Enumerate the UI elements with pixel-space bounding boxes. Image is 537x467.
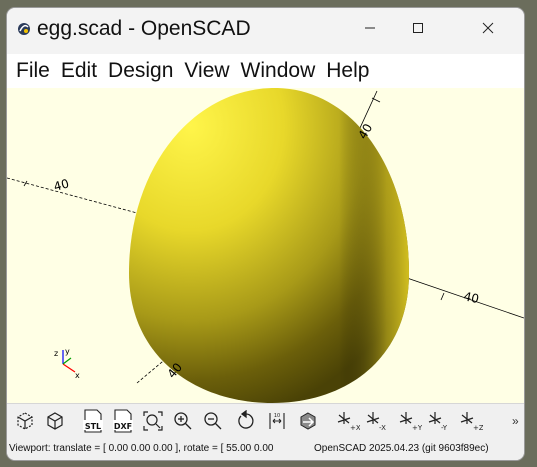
view-all-button[interactable] bbox=[139, 407, 167, 435]
preview-button[interactable] bbox=[11, 407, 39, 435]
view-diagonal-button[interactable]: +Z bbox=[457, 407, 485, 435]
top-view-icon: 10 bbox=[269, 413, 285, 429]
close-button[interactable] bbox=[465, 8, 511, 48]
openscad-window: egg.scad - OpenSCAD File Edit Design Vie… bbox=[7, 8, 524, 460]
front-view-icon: +Y bbox=[399, 412, 422, 432]
zoom-out-button[interactable] bbox=[199, 407, 227, 435]
view-front-label: +Y bbox=[412, 424, 422, 432]
axis-label-x-neg: 40 bbox=[52, 176, 70, 193]
left-view-icon: +X bbox=[337, 412, 360, 432]
viewport-status: Viewport: translate = [ 0.00 0.00 0.00 ]… bbox=[9, 443, 274, 454]
maximize-button[interactable] bbox=[395, 8, 441, 48]
svg-text:y: y bbox=[65, 347, 70, 356]
menu-view[interactable]: View bbox=[184, 59, 231, 83]
render-icon bbox=[47, 412, 63, 430]
view-right-label: -X bbox=[379, 424, 386, 432]
3d-viewport[interactable]: 40 40 40 40 z y x bbox=[7, 88, 524, 403]
viewport-canvas[interactable]: 40 40 40 40 z y x bbox=[7, 88, 524, 403]
zoom-in-button[interactable] bbox=[169, 407, 197, 435]
menu-design[interactable]: Design bbox=[108, 59, 175, 83]
svg-text:x: x bbox=[75, 371, 80, 380]
view-all-icon bbox=[143, 411, 163, 431]
zoom-in-icon bbox=[174, 412, 192, 430]
view-front-button[interactable]: +Y bbox=[396, 407, 424, 435]
maximize-icon bbox=[413, 23, 423, 33]
export-dxf-button[interactable]: DXF bbox=[109, 407, 137, 435]
menu-edit[interactable]: Edit bbox=[61, 59, 99, 83]
view-back-button[interactable]: -Y bbox=[425, 407, 453, 435]
view-diagonal-label: +Z bbox=[473, 424, 483, 432]
view-back-label: -Y bbox=[441, 424, 448, 432]
render-button[interactable] bbox=[41, 407, 69, 435]
zoom-out-icon bbox=[204, 412, 222, 430]
window-title: egg.scad - OpenSCAD bbox=[37, 17, 251, 40]
export-stl-button[interactable]: STL bbox=[79, 407, 107, 435]
menu-bar: File Edit Design View Window Help bbox=[7, 54, 524, 88]
diagonal-view-icon: +Z bbox=[460, 412, 483, 432]
view-left-button[interactable]: +X bbox=[334, 407, 362, 435]
menu-file[interactable]: File bbox=[16, 59, 52, 83]
openscad-logo-icon bbox=[18, 23, 30, 35]
view-bottom-button[interactable] bbox=[294, 407, 322, 435]
stl-label: STL bbox=[85, 422, 101, 431]
dxf-icon: DXF bbox=[113, 409, 133, 433]
axis-label-x-pos: 40 bbox=[462, 289, 480, 306]
minimize-icon bbox=[365, 27, 375, 29]
svg-text:10: 10 bbox=[274, 413, 280, 419]
view-left-label: +X bbox=[350, 424, 360, 432]
status-bar: Viewport: translate = [ 0.00 0.00 0.00 ]… bbox=[7, 439, 524, 460]
menu-help[interactable]: Help bbox=[326, 59, 371, 83]
toolbar-overflow-icon[interactable]: » bbox=[512, 414, 519, 428]
svg-text:z: z bbox=[54, 349, 58, 358]
title-bar[interactable]: egg.scad - OpenSCAD bbox=[7, 8, 524, 52]
close-icon bbox=[482, 22, 494, 34]
reset-view-button[interactable] bbox=[232, 407, 260, 435]
reset-view-icon bbox=[238, 410, 254, 429]
back-view-icon: -Y bbox=[428, 412, 448, 432]
right-view-icon: -X bbox=[366, 412, 386, 432]
dxf-label: DXF bbox=[114, 422, 132, 431]
view-right-button[interactable]: -X bbox=[363, 407, 391, 435]
view-top-button[interactable]: 10 bbox=[263, 407, 291, 435]
bottom-view-icon bbox=[300, 412, 316, 430]
minimize-button[interactable] bbox=[347, 8, 393, 48]
stl-icon: STL bbox=[83, 409, 103, 433]
preview-icon bbox=[17, 412, 33, 430]
menu-window[interactable]: Window bbox=[241, 59, 318, 83]
axis-gizmo-icon: z y x bbox=[54, 347, 80, 380]
desktop: { "window": { "title": "egg.scad - OpenS… bbox=[0, 0, 537, 467]
view-toolbar: STL DXF 10 +X -X +Y -Y +Z » bbox=[7, 403, 524, 440]
version-status: OpenSCAD 2025.04.23 (git 9603f89ec) bbox=[314, 443, 489, 454]
